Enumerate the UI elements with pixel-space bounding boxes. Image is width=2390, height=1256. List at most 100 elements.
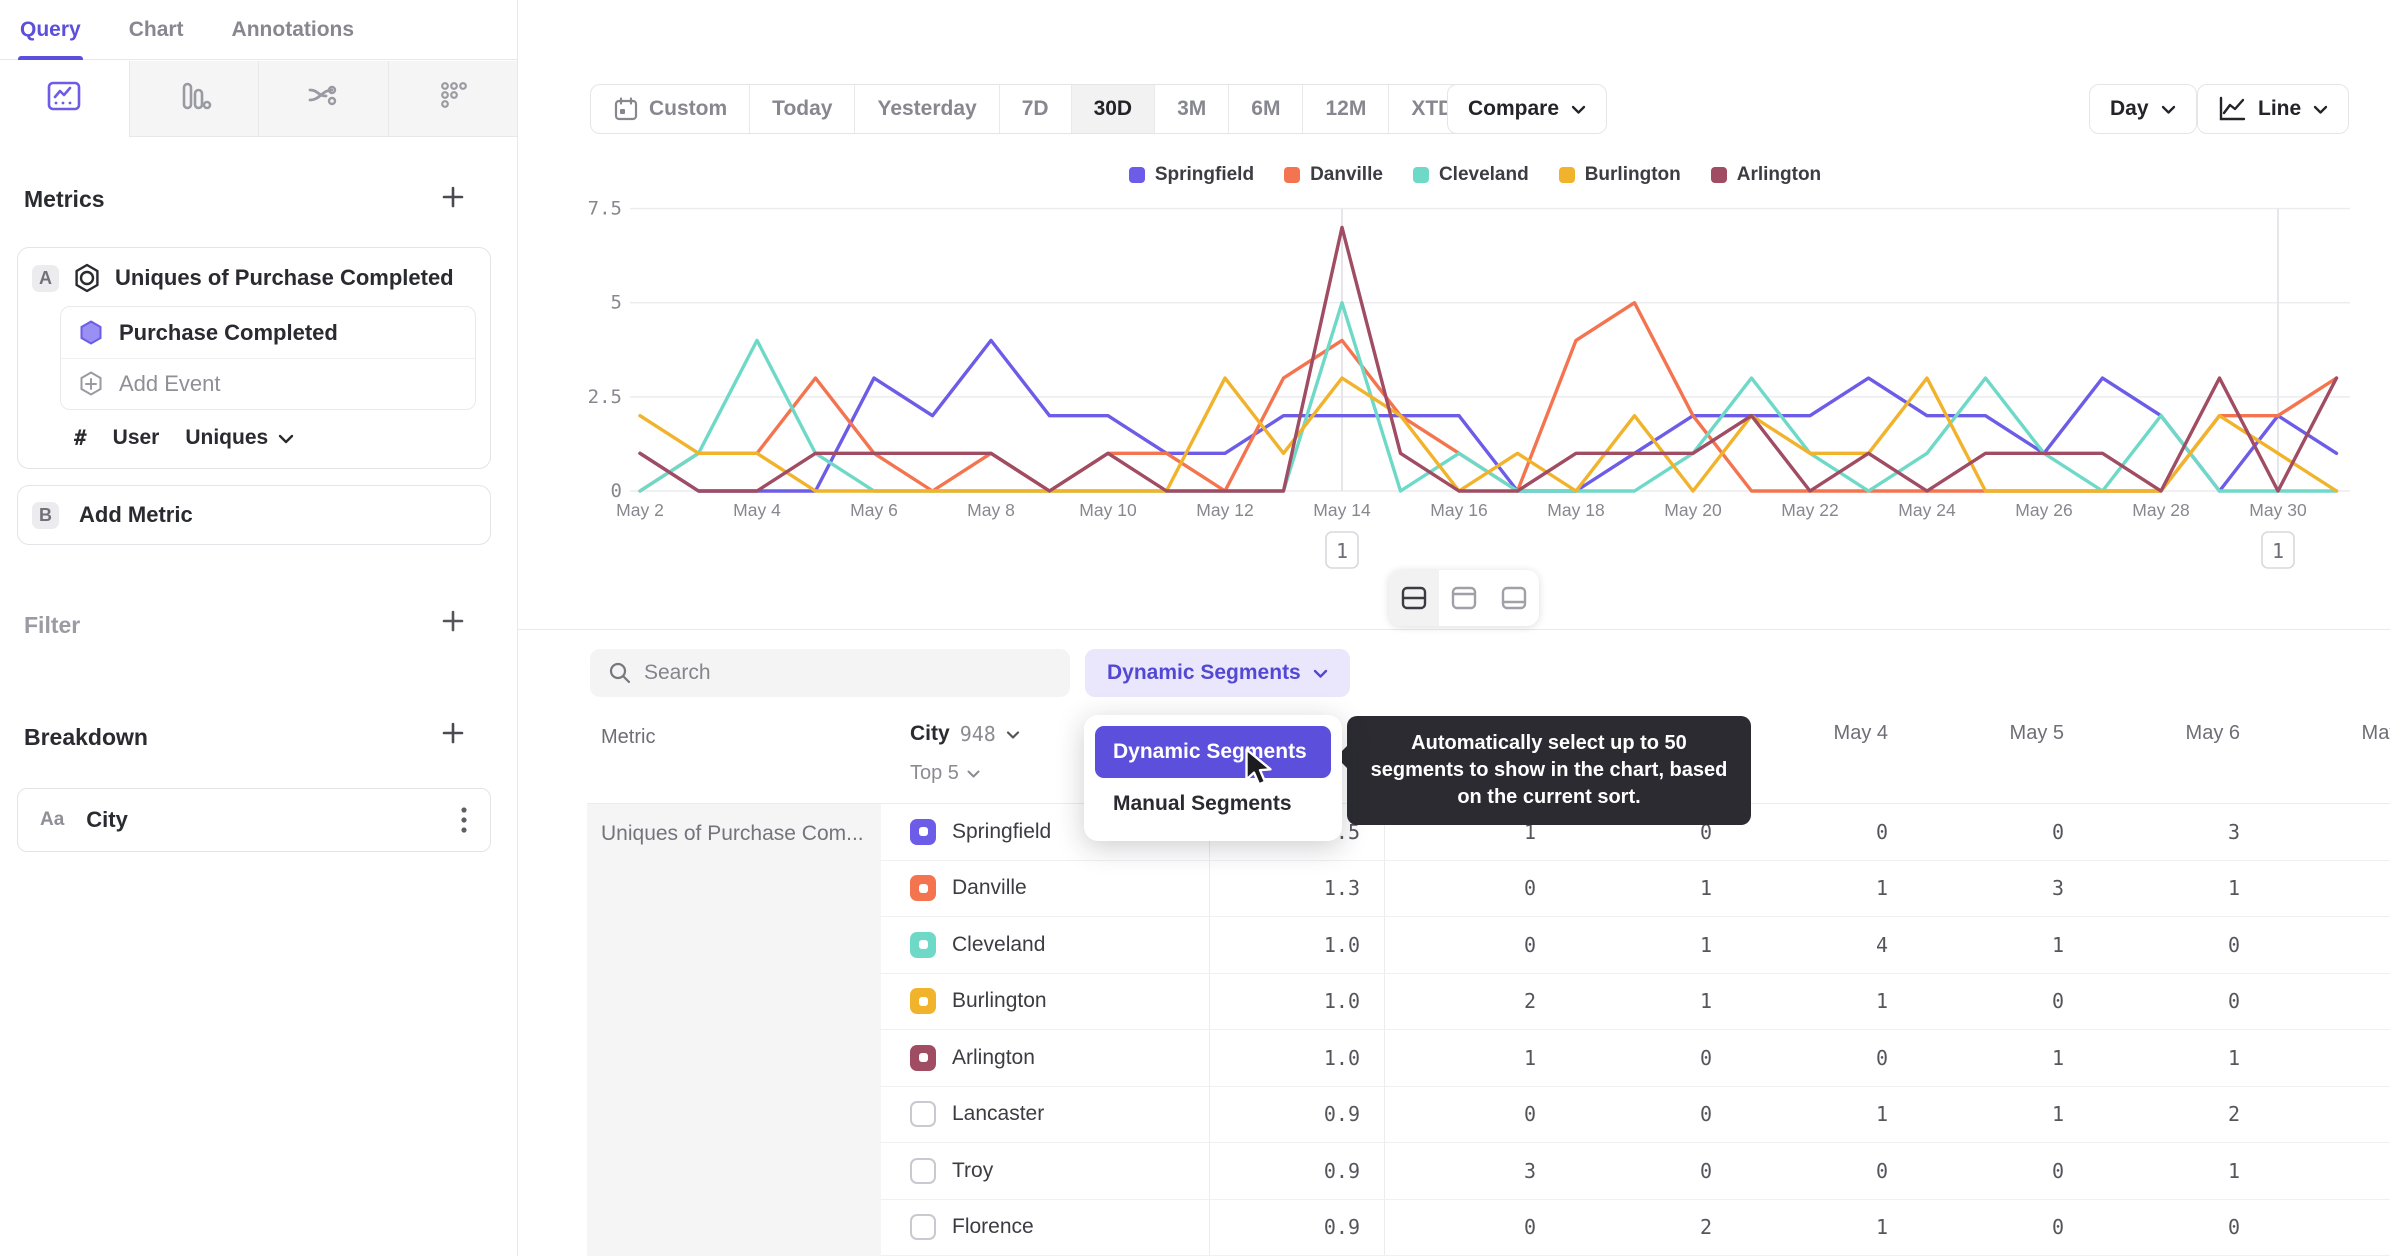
kebab-menu-icon[interactable] xyxy=(460,805,468,835)
compare-button[interactable]: Compare xyxy=(1447,84,1608,134)
chevron-down-icon xyxy=(2313,97,2328,121)
measure-entity: User xyxy=(112,426,160,449)
date-range-label: 6M xyxy=(1251,97,1281,120)
event-block: Purchase Completed Add Event xyxy=(60,306,476,410)
metric-column-header: Metric xyxy=(601,726,656,748)
segment-avg-value: 0.9 xyxy=(1323,1158,1360,1183)
segment-day-value: 0 xyxy=(2051,1158,2064,1183)
tab-chart[interactable]: Chart xyxy=(129,0,184,60)
segment-checkbox-checked[interactable] xyxy=(910,1044,936,1071)
segment-checkbox-checked[interactable] xyxy=(910,988,936,1015)
checkbox-dot xyxy=(918,1053,928,1063)
x-axis-tick: May 14 xyxy=(1313,500,1371,520)
segment-checkbox-unchecked[interactable] xyxy=(910,1214,936,1241)
line-chart[interactable]: 0 2.5 5 7.5 1 1 May 2 May 4 May 6 May 8 May 10 May … xyxy=(560,160,2390,580)
menu-item-manual-segments[interactable]: Manual Segments xyxy=(1095,778,1331,830)
group-by-label: City xyxy=(910,722,950,745)
date-range-label: 7D xyxy=(1021,97,1049,120)
measure-prefix: # xyxy=(74,426,87,450)
segment-day-value: 0 xyxy=(1699,1045,1712,1070)
chart-type-tab-scatter-chart[interactable] xyxy=(387,61,517,137)
metric-hexagon-icon xyxy=(71,262,103,294)
date-range-yesterday[interactable]: Yesterday xyxy=(854,85,998,133)
segment-checkbox-checked[interactable] xyxy=(910,818,936,845)
date-range-label: Yesterday xyxy=(877,97,977,120)
date-column-header: May 4 xyxy=(1833,722,1888,744)
granularity-button[interactable]: Day xyxy=(2089,84,2197,134)
segment-name: Danville xyxy=(952,876,1027,900)
add-metric-b-card[interactable]: B Add Metric xyxy=(17,485,491,545)
chart-type-tab-flow-chart[interactable] xyxy=(258,61,388,137)
date-range-custom[interactable]: Custom xyxy=(591,85,749,133)
chart-type-strip xyxy=(0,61,517,137)
menu-item-dynamic-segments[interactable]: Dynamic Segments xyxy=(1095,726,1331,778)
chart-view-toggle-icon xyxy=(1450,585,1478,611)
split-view-toggle[interactable] xyxy=(1389,570,1439,626)
add-breakdown-plus-button[interactable] xyxy=(438,720,468,750)
date-range-label: 12M xyxy=(1325,97,1367,120)
add-filter-plus-button[interactable] xyxy=(438,608,468,638)
segment-checkbox-checked[interactable] xyxy=(910,931,936,958)
segment-cell: Arlington xyxy=(881,1044,1209,1071)
segment-day-value: 3 xyxy=(2051,876,2064,901)
segment-table-rows: Springfield 1.5 1 0 0 0 3 Danville 1.3 0 1 1 3 1 Cleve… xyxy=(881,804,2390,1256)
segment-day-value: 1 xyxy=(2227,1158,2240,1183)
segments-mode-button[interactable]: Dynamic Segments xyxy=(1085,649,1350,697)
dynamic-segments-tooltip: Automatically select up to 50 segments t… xyxy=(1336,716,1751,825)
chart-type-tab-bar-chart[interactable] xyxy=(128,61,258,137)
measurement-row[interactable]: # User Uniques xyxy=(18,410,490,450)
add-event-hexagon-plus-icon xyxy=(77,370,105,398)
breakdown-city-card[interactable]: Aa City xyxy=(17,788,491,852)
table-view-toggle[interactable] xyxy=(1489,570,1539,626)
search-icon xyxy=(608,661,632,685)
segment-day-value: 0 xyxy=(2051,989,2064,1014)
metric-a-card[interactable]: A Uniques of Purchase Completed Purchase… xyxy=(17,247,491,469)
series-line-burlington[interactable] xyxy=(638,376,2339,493)
checkbox-dot xyxy=(918,827,928,837)
segment-row-danville: Danville 1.3 0 1 1 3 1 xyxy=(881,861,2390,917)
tab-annotations[interactable]: Annotations xyxy=(232,0,354,60)
date-range-3m[interactable]: 3M xyxy=(1154,85,1228,133)
segment-day-value: 0 xyxy=(1523,876,1536,901)
segment-checkbox-unchecked[interactable] xyxy=(910,1101,936,1128)
segments-mode-menu: Dynamic Segments Manual Segments xyxy=(1084,715,1342,841)
segment-avg-value: 1.3 xyxy=(1323,876,1360,901)
event-name: Purchase Completed xyxy=(119,319,338,345)
event-row[interactable]: Purchase Completed xyxy=(61,307,475,359)
x-axis-tick: May 30 xyxy=(2249,500,2307,520)
chart-style-button[interactable]: Line xyxy=(2197,84,2350,134)
segment-search[interactable] xyxy=(590,649,1070,697)
date-range-6m[interactable]: 6M xyxy=(1228,85,1302,133)
group-count: 948 xyxy=(959,722,996,746)
bar-chart-icon xyxy=(174,76,214,121)
y-axis-tick: 2.5 xyxy=(588,386,622,408)
chart-type-tab-line-chart[interactable] xyxy=(0,61,129,137)
segment-checkbox-checked[interactable] xyxy=(910,875,936,902)
table-view-toggle-icon xyxy=(1500,585,1528,611)
segment-day-value: 1 xyxy=(1523,1045,1536,1070)
date-range-7d[interactable]: 7D xyxy=(998,85,1071,133)
metrics-title: Metrics xyxy=(24,186,105,212)
segment-avg-value: 0.9 xyxy=(1323,1215,1360,1240)
add-event-row[interactable]: Add Event xyxy=(61,359,475,409)
segment-day-value: 1 xyxy=(1875,1102,1888,1127)
line-chart-icon xyxy=(2218,96,2246,122)
plus-icon xyxy=(440,184,466,215)
chevron-down-icon xyxy=(2161,97,2176,121)
segment-day-value: 1 xyxy=(1699,932,1712,957)
top-n-selector[interactable]: Top 5 xyxy=(910,762,980,785)
chart-view-toggle[interactable] xyxy=(1439,570,1489,626)
date-range-30d[interactable]: 30D xyxy=(1070,85,1155,133)
calendar-icon xyxy=(613,96,639,122)
date-range-today[interactable]: Today xyxy=(749,85,854,133)
add-metric-plus-button[interactable] xyxy=(438,184,468,214)
search-input[interactable] xyxy=(644,661,1052,685)
segment-checkbox-unchecked[interactable] xyxy=(910,1157,936,1184)
segment-day-value: 3 xyxy=(1523,1158,1536,1183)
x-axis-tick: May 26 xyxy=(2015,500,2072,520)
checkbox-dot xyxy=(918,996,928,1006)
tab-query[interactable]: Query xyxy=(18,0,83,60)
date-range-12m[interactable]: 12M xyxy=(1302,85,1388,133)
date-range-label: Today xyxy=(772,97,833,120)
group-by-header[interactable]: City 948 xyxy=(910,722,1020,746)
